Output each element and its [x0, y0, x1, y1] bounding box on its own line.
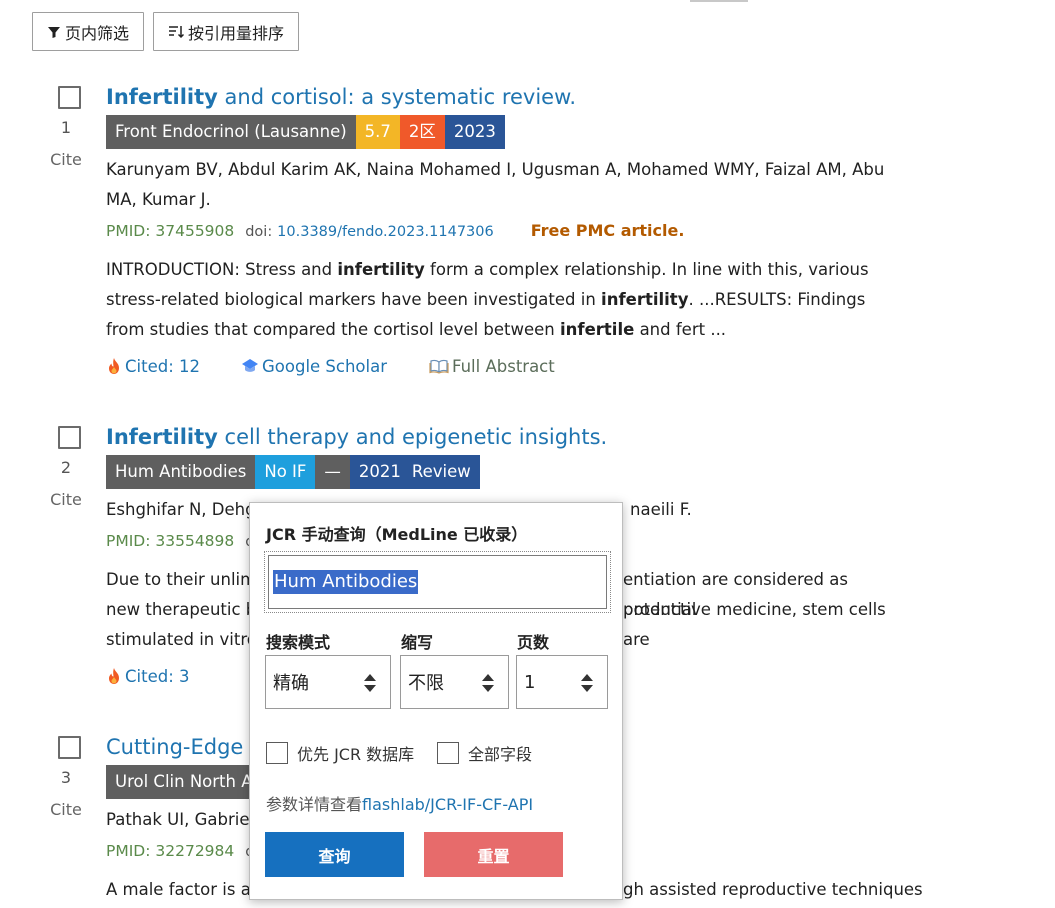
journal-badges: Front Endocrinol (Lausanne) 5.7 2区 2023 [106, 115, 906, 149]
jcr-query-popup: JCR 手动查询（MedLine 已收录） Hum Antibodies 搜索模… [249, 502, 623, 900]
journal-badge[interactable]: Front Endocrinol (Lausanne) [106, 115, 356, 149]
abstract-snippet: INTRODUCTION: Stress and infertility for… [106, 260, 869, 339]
result-title-link[interactable]: Infertility cell therapy and epigenetic … [106, 424, 906, 450]
scholar-cap-icon [242, 359, 258, 372]
result-number: 3 [60, 768, 72, 787]
sort-by-citations-button[interactable]: 按引用量排序 [153, 12, 300, 51]
prefer-jcr-checkbox[interactable]: 优先 JCR 数据库 [266, 741, 414, 765]
pmid: PMID: 37455908 [106, 222, 235, 240]
popup-title: JCR 手动查询（MedLine 已收录） [266, 525, 528, 544]
query-button[interactable]: 查询 [265, 832, 404, 877]
toolbar: 页内筛选 按引用量排序 [32, 12, 300, 51]
abbreviation-label: 缩写 [401, 633, 434, 652]
result-checkbox[interactable] [58, 426, 81, 449]
identifiers: PMID: 37455908 doi: 10.3389/fendo.2023.1… [106, 218, 906, 245]
year-badge: 2023 [444, 115, 505, 149]
api-repo-link[interactable]: flashlab/JCR-IF-CF-API [362, 795, 533, 814]
fire-icon [109, 358, 119, 374]
result-checkbox[interactable] [58, 736, 81, 759]
top-divider [690, 0, 748, 2]
abbreviation-select[interactable]: 不限 [400, 655, 509, 709]
impact-factor-badge: No IF [255, 455, 316, 489]
cite-link[interactable]: Cite [46, 490, 86, 509]
impact-factor-badge: 5.7 [355, 115, 400, 149]
pages-select[interactable]: 1 [516, 655, 608, 709]
full-abstract-link[interactable]: Full Abstract [429, 357, 555, 376]
pmid: PMID: 32272984 [106, 842, 235, 860]
updown-arrows-icon [581, 674, 593, 692]
sort-label: 按引用量排序 [188, 23, 285, 43]
checkbox-box[interactable] [266, 742, 288, 764]
open-book-icon [429, 359, 449, 374]
journal-badges: Hum Antibodies No IF — 2021 Review [106, 455, 906, 489]
authors: Karunyam BV, Abdul Karim AK, Naina Moham… [106, 160, 885, 209]
page-filter-button[interactable]: 页内筛选 [32, 12, 145, 51]
updown-arrows-icon [364, 674, 376, 692]
fire-icon [109, 668, 119, 684]
checkbox-box[interactable] [437, 742, 459, 764]
doi-link[interactable]: 10.3389/fendo.2023.1147306 [277, 224, 494, 240]
result-checkbox[interactable] [58, 86, 81, 109]
params-hint: 参数详情查看flashlab/JCR-IF-CF-API [266, 795, 534, 814]
free-pmc-badge: Free PMC article. [530, 221, 685, 240]
pmid: PMID: 33554898 [106, 532, 235, 550]
result-number: 1 [60, 118, 72, 137]
page-filter-label: 页内筛选 [65, 23, 130, 43]
updown-arrows-icon [482, 674, 494, 692]
result-number: 2 [60, 458, 72, 477]
journal-badge[interactable]: Hum Antibodies [106, 455, 256, 489]
journal-query-input[interactable]: Hum Antibodies [268, 555, 607, 609]
search-mode-label: 搜索模式 [266, 633, 331, 652]
pages-label: 页数 [517, 633, 550, 652]
google-scholar-link[interactable]: Google Scholar [241, 357, 429, 376]
quartile-badge: — [315, 455, 350, 489]
filter-icon [48, 26, 60, 38]
search-mode-select[interactable]: 精确 [265, 655, 391, 709]
result-title-link[interactable]: Infertility and cortisol: a systematic r… [106, 84, 906, 110]
year-badge: 2021 [349, 455, 410, 489]
reset-button[interactable]: 重置 [424, 832, 563, 877]
cite-link[interactable]: Cite [46, 150, 86, 169]
cited-link[interactable]: Cited: 12 [106, 357, 241, 376]
sort-icon [169, 25, 185, 38]
journal-query-input-wrapper: Hum Antibodies [264, 551, 611, 613]
cited-link[interactable]: Cited: 3 [106, 667, 241, 686]
cite-link[interactable]: Cite [46, 800, 86, 819]
quartile-badge: 2区 [399, 115, 445, 149]
all-fields-checkbox[interactable]: 全部字段 [437, 741, 532, 765]
doi-label: doi: [245, 224, 273, 240]
journal-badge[interactable]: Urol Clin North A [106, 765, 262, 799]
review-badge: Review [409, 455, 480, 489]
